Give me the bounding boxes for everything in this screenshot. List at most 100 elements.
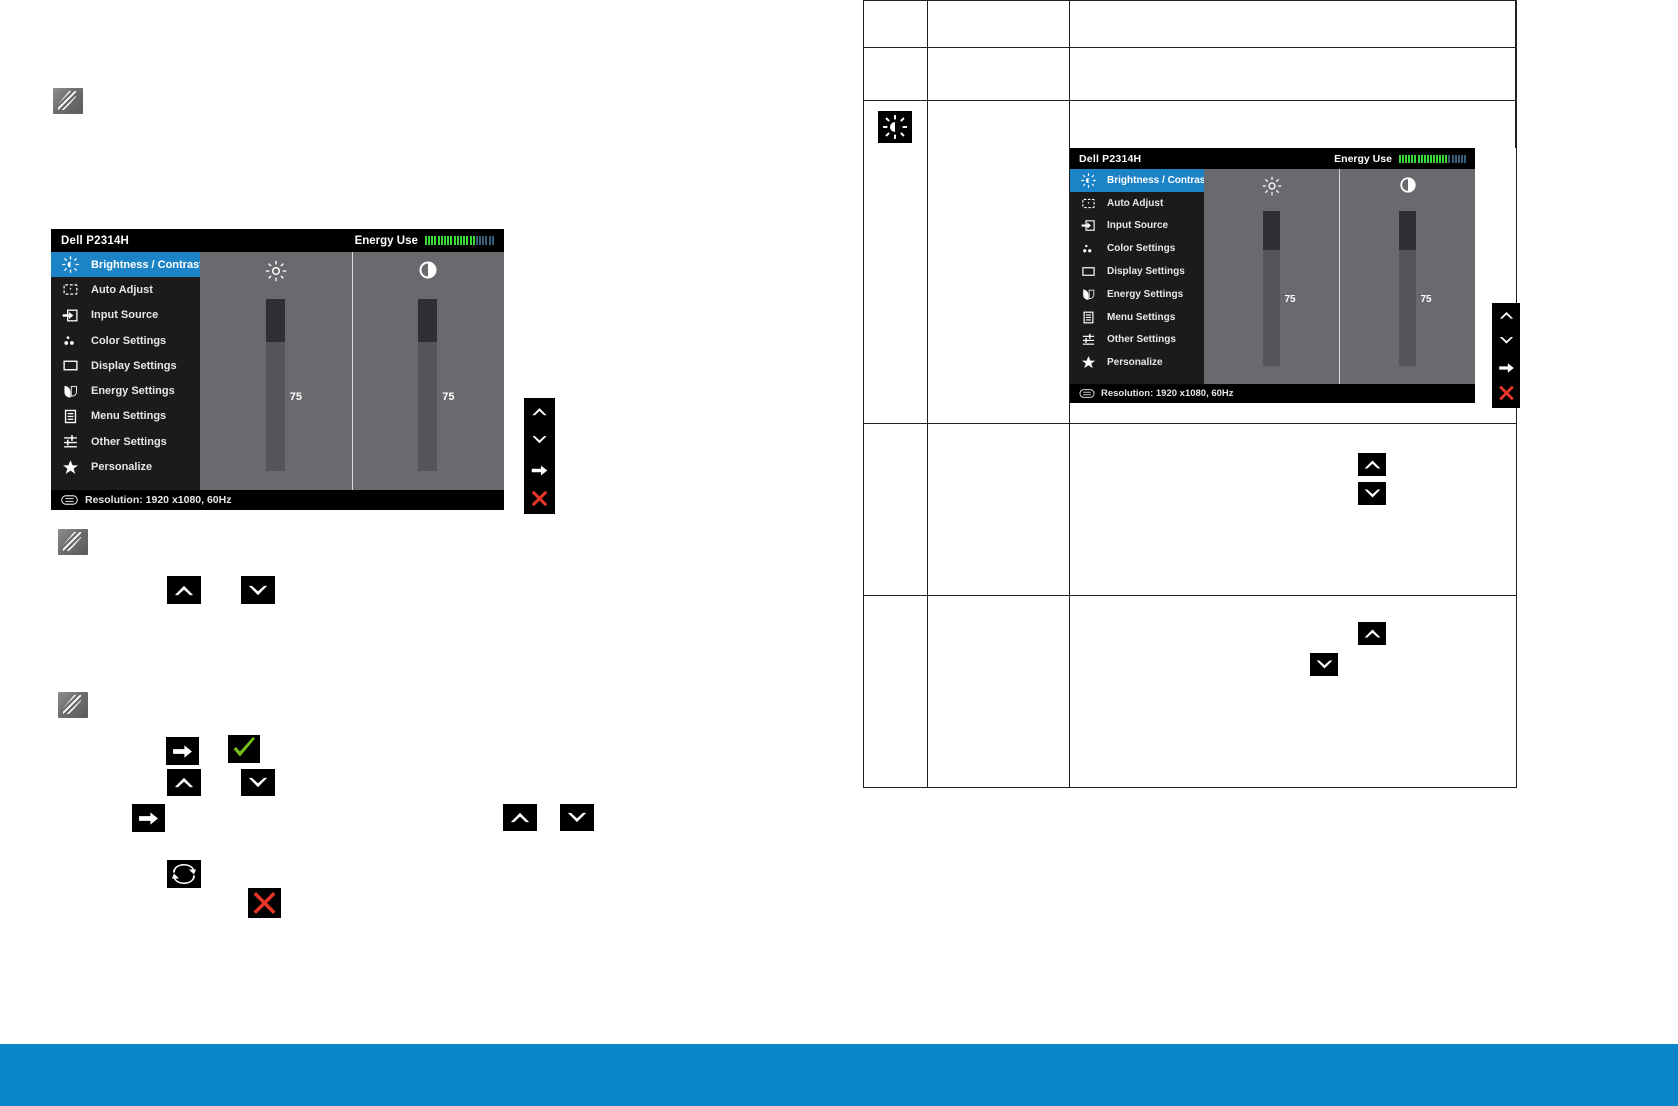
- contrast-slider-fill: [1398, 211, 1416, 250]
- contrast-slider[interactable]: [418, 299, 438, 471]
- table-cell-content: [1069, 47, 1517, 101]
- energy-settings-icon: [57, 383, 83, 400]
- nav-up-button[interactable]: [524, 401, 555, 428]
- osd-resolution-text: Resolution: 1920 x1080, 60Hz: [85, 494, 232, 506]
- table-cell-name: [927, 595, 1070, 788]
- nav-exit-button[interactable]: [524, 485, 555, 512]
- page-edge-mark-top: [1515, 0, 1517, 148]
- chevron-up-icon-inline-1[interactable]: [167, 576, 201, 604]
- brightness-slider-fill: [265, 299, 285, 342]
- contrast-slider[interactable]: [1398, 211, 1416, 366]
- chevron-down-icon-inline-1[interactable]: [241, 576, 275, 604]
- chevron-up-icon-table-2[interactable]: [1358, 622, 1386, 645]
- table-cell-name: [927, 47, 1070, 101]
- osd-menu-item-brightness-contrast[interactable]: Brightness / Contrast: [51, 252, 203, 278]
- brightness-icon: [1262, 176, 1281, 196]
- chevron-up-icon-table-1[interactable]: [1358, 453, 1386, 476]
- osd-menu-item-label: Personalize: [1107, 357, 1163, 369]
- contrast-pane: 75: [1339, 169, 1475, 384]
- osd-title-bar: Dell P2314H Energy Use: [1070, 148, 1475, 169]
- osd-menu-item-menu-settings[interactable]: Menu Settings: [51, 404, 200, 429]
- osd-menu-item-input-source[interactable]: Input Source: [51, 303, 200, 328]
- resolution-icon: [1079, 389, 1095, 398]
- osd-menu-item-label: Other Settings: [1107, 334, 1176, 346]
- osd-menu-item-brightness-contrast[interactable]: Brightness / Contrast: [1070, 169, 1209, 192]
- osd-menu-item-energy-settings[interactable]: Energy Settings: [51, 378, 200, 403]
- table-cell-name: [927, 0, 1070, 48]
- contrast-icon: [419, 261, 437, 279]
- table-cell-icon: [863, 423, 928, 596]
- osd-menu-item-personalize[interactable]: Personalize: [1070, 351, 1204, 374]
- arrow-right-icon-inline-1[interactable]: [166, 737, 199, 765]
- other-settings-icon: [63, 435, 77, 448]
- osd-menu-item-display-settings[interactable]: Display Settings: [1070, 260, 1204, 283]
- note-icon: [58, 529, 88, 555]
- osd-menu-list: Brightness / Contrast Auto Adjust Input So…: [1070, 169, 1209, 384]
- color-settings-icon: [1076, 241, 1100, 256]
- osd-menu-item-input-source[interactable]: Input Source: [1070, 215, 1204, 238]
- osd-menu-item-label: Input Source: [91, 309, 159, 322]
- brightness-contrast-icon: [57, 256, 83, 273]
- chevron-down-icon-inline-3[interactable]: [560, 804, 594, 831]
- table-cell-icon: [863, 47, 928, 101]
- note-icon-3: [58, 692, 88, 718]
- nav-enter-button[interactable]: [1492, 356, 1520, 381]
- osd-menu-item-color-settings[interactable]: Color Settings: [51, 328, 200, 353]
- osd-value-pane: 75 75: [1204, 169, 1475, 384]
- osd-menu-item-auto-adjust[interactable]: Auto Adjust: [1070, 192, 1204, 215]
- chevron-up-icon-inline-2[interactable]: [167, 769, 201, 796]
- osd-menu-item-personalize[interactable]: Personalize: [51, 454, 200, 479]
- osd-menu-item-auto-adjust[interactable]: Auto Adjust: [51, 277, 200, 302]
- osd-value-pane: 75 75: [200, 252, 504, 490]
- osd-menu-item-label: Brightness / Contrast: [91, 258, 203, 271]
- menu-settings-icon: [1076, 310, 1100, 325]
- nav-up-button[interactable]: [1492, 305, 1520, 330]
- osd-menu-item-display-settings[interactable]: Display Settings: [51, 353, 200, 378]
- display-settings-icon: [62, 360, 78, 371]
- reset-icon-inline[interactable]: [167, 860, 201, 888]
- chevron-up-icon: [532, 407, 547, 415]
- arrow-right-icon: [1498, 363, 1514, 373]
- osd-menu-item-label: Other Settings: [91, 435, 167, 448]
- chevron-down-icon: [1499, 336, 1513, 344]
- other-settings-icon: [1076, 332, 1100, 347]
- personalize-icon: [57, 459, 83, 476]
- brightness-slider[interactable]: [1262, 211, 1280, 366]
- osd-menu-item-menu-settings[interactable]: Menu Settings: [1070, 306, 1204, 329]
- display-settings-icon: [57, 357, 83, 374]
- chevron-down-icon-table-2[interactable]: [1310, 653, 1338, 676]
- table-row: [863, 47, 1517, 101]
- close-x-icon-inline[interactable]: [248, 888, 281, 918]
- osd-footer: Resolution: 1920 x1080, 60Hz: [51, 490, 504, 510]
- osd-menu-item-label: Color Settings: [1107, 243, 1176, 255]
- chevron-up-icon-inline-3[interactable]: [503, 804, 537, 831]
- osd-energy-label: Energy Use: [1334, 152, 1392, 165]
- input-source-icon: [57, 307, 83, 324]
- table-cell-icon: [863, 595, 928, 788]
- brightness-slider[interactable]: [265, 299, 285, 471]
- personalize-icon: [1081, 356, 1095, 369]
- chevron-down-icon-table-1[interactable]: [1358, 482, 1386, 505]
- chevron-down-icon-inline-2[interactable]: [241, 769, 275, 796]
- check-icon-inline-1[interactable]: [228, 735, 260, 763]
- auto-adjust-icon: [1076, 196, 1100, 211]
- nav-down-button[interactable]: [1492, 330, 1520, 355]
- osd-menu-item-other-settings[interactable]: Other Settings: [51, 429, 200, 454]
- menu-settings-icon: [57, 408, 83, 425]
- contrast-pane: 75: [351, 252, 505, 490]
- arrow-right-icon-inline-2[interactable]: [132, 804, 165, 832]
- osd-menu-item-energy-settings[interactable]: Energy Settings: [1070, 283, 1204, 306]
- nav-down-button[interactable]: [524, 429, 555, 456]
- menu-settings-icon: [1083, 311, 1093, 324]
- osd-menu-item-other-settings[interactable]: Other Settings: [1070, 329, 1204, 352]
- menu-settings-icon: [64, 409, 76, 424]
- nav-enter-button[interactable]: [524, 457, 555, 484]
- osd-model-label: Dell P2314H: [1079, 152, 1142, 165]
- note-icon-1: [53, 88, 83, 114]
- brightness-contrast-icon: [1080, 173, 1096, 188]
- osd-footer: Resolution: 1920 x1080, 60Hz: [1070, 384, 1475, 403]
- nav-exit-button[interactable]: [1492, 381, 1520, 406]
- brightness-contrast-icon: [878, 111, 912, 143]
- osd-menu-item-color-settings[interactable]: Color Settings: [1070, 237, 1204, 260]
- brightness-value: 75: [289, 391, 302, 403]
